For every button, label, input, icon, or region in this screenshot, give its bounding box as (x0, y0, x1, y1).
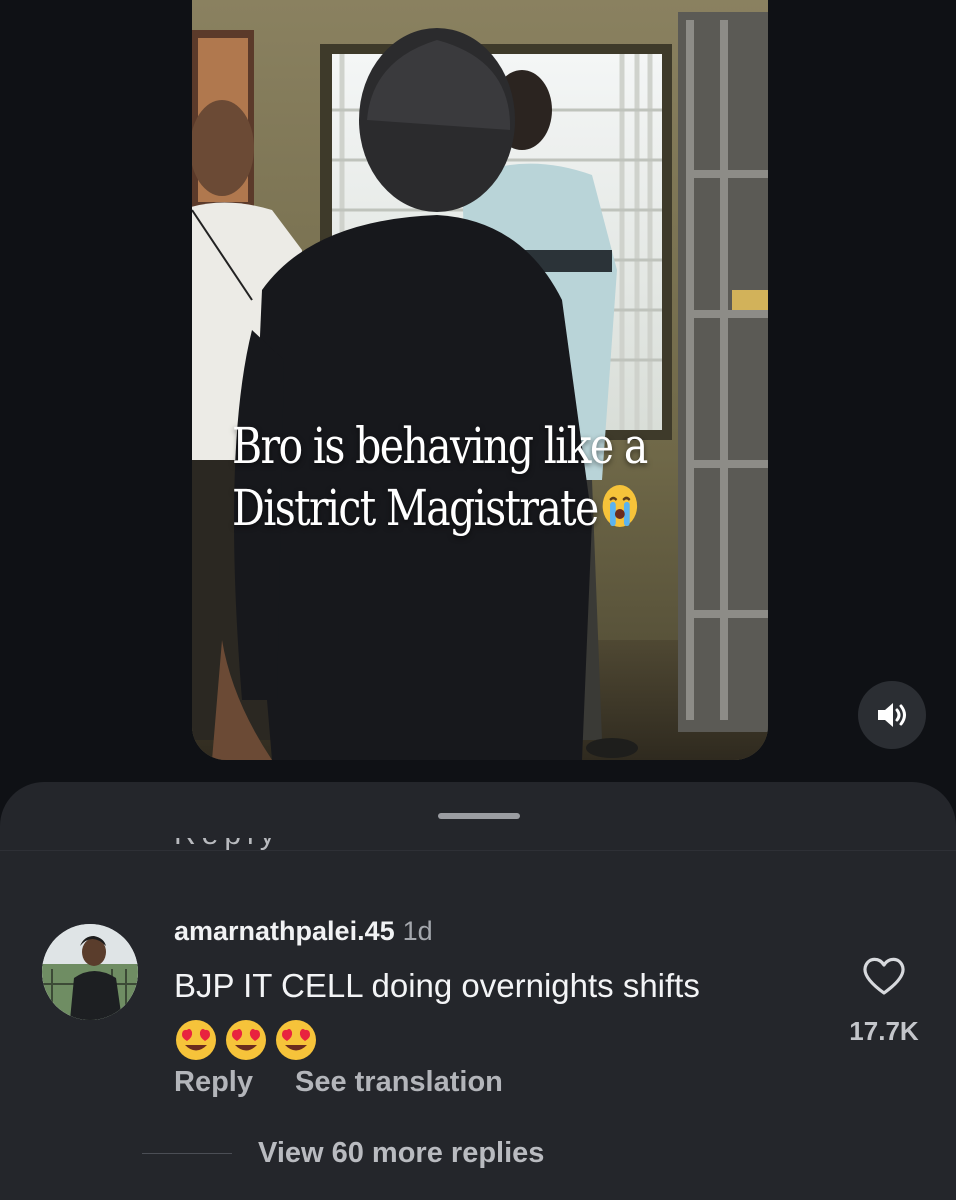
caption-line-2: District Magistrate (232, 479, 599, 537)
see-translation-button[interactable]: See translation (295, 1066, 503, 1099)
comment-username[interactable]: amarnathpalei.45 (174, 916, 395, 946)
scrolled-text-fragment: Reply (174, 838, 294, 858)
sheet-divider (0, 850, 956, 851)
heart-eyes-emoji-icon (276, 1020, 316, 1060)
comment-emojis (174, 1018, 318, 1062)
video-caption: Bro is behaving like a District Magistra… (232, 415, 675, 543)
view-more-replies[interactable]: View 60 more replies (142, 1137, 544, 1170)
replies-divider-line (142, 1153, 232, 1154)
sheet-drag-handle[interactable] (438, 813, 520, 819)
caption-line-1: Bro is behaving like a (232, 417, 648, 475)
screen: Bro is behaving like a District Magistra… (0, 0, 956, 1200)
heart-outline-icon (863, 957, 905, 995)
comment-timestamp: 1d (402, 916, 433, 946)
like-count: 17.7K (849, 1016, 919, 1046)
video-frame (192, 0, 768, 760)
avatar[interactable] (42, 924, 138, 1020)
sound-toggle-button[interactable] (858, 681, 926, 749)
like-button[interactable] (860, 954, 908, 996)
comment-body: BJP IT CELL doing overnights shifts (174, 967, 700, 1004)
video-player[interactable]: Bro is behaving like a District Magistra… (192, 0, 768, 760)
reply-button[interactable]: Reply (174, 1066, 253, 1099)
view-more-replies-label[interactable]: View 60 more replies (258, 1137, 544, 1170)
heart-eyes-emoji-icon (226, 1020, 266, 1060)
comments-sheet: Reply amarnathpalei.451d BJP IT CELL doi… (0, 782, 956, 1200)
comment-header: amarnathpalei.45 1d (174, 916, 433, 947)
heart-eyes-emoji-icon (176, 1020, 216, 1060)
speaker-sound-on-icon (878, 703, 906, 727)
comment-actions: Reply See translation (174, 1066, 503, 1099)
loudly-crying-face-icon (601, 481, 639, 543)
